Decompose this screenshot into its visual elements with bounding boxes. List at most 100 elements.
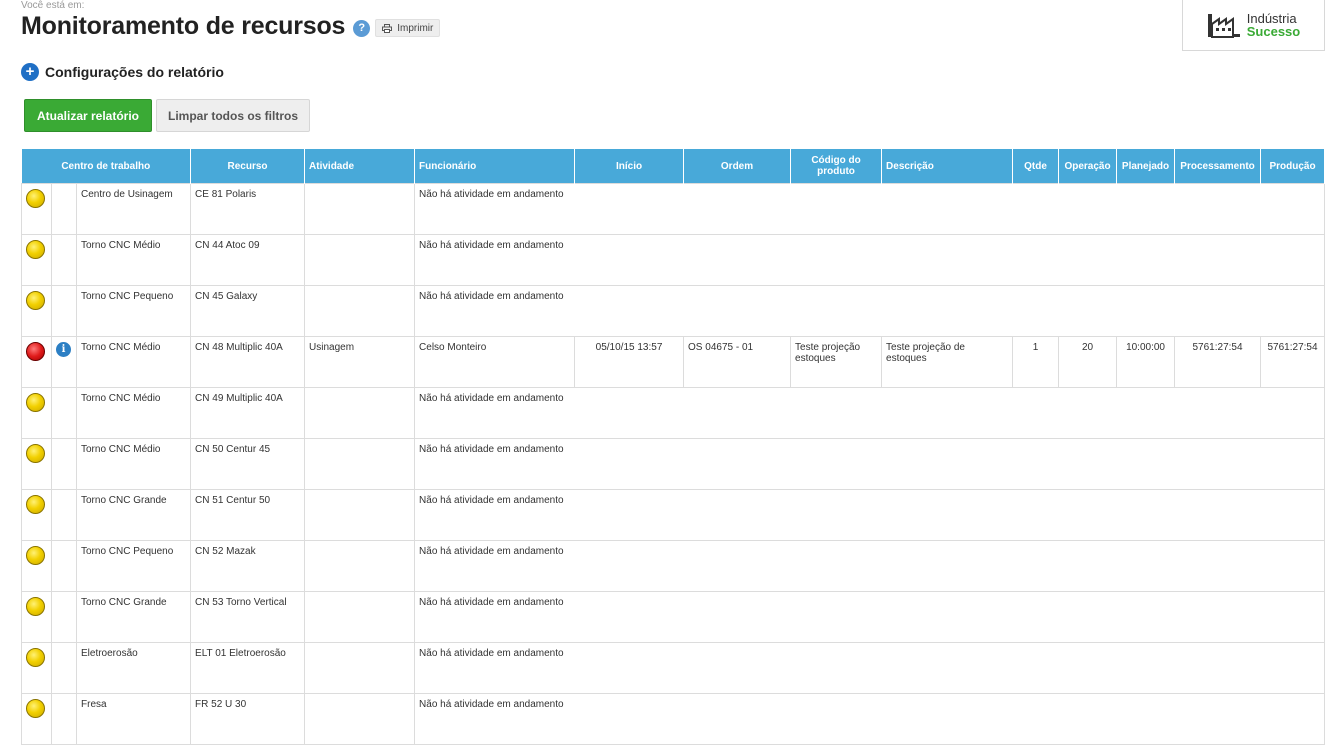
cell-centro: Torno CNC Grande (75, 489, 192, 541)
status-cell (21, 693, 52, 745)
table-row[interactable]: Torno CNC Médio CN 50 Centur 45 Não há ati… (21, 438, 1326, 490)
cell-qtde: 1 (1012, 336, 1060, 388)
table-row[interactable]: Centro de Usinagem CE 81 Polaris Não há at… (21, 183, 1326, 235)
cell-operacao: 20 (1058, 336, 1118, 388)
cell-atividade (304, 183, 416, 235)
info-cell: i (51, 336, 77, 388)
help-icon[interactable]: ? (353, 19, 371, 37)
col-funcionario[interactable]: Funcionário (414, 149, 576, 184)
info-cell (51, 693, 77, 745)
cell-inicio: 05/10/15 13:57 (574, 336, 685, 388)
status-cell (21, 591, 52, 643)
no-activity-message: Não há atividade em andamento (414, 387, 1326, 439)
cell-funcionario: Celso Monteiro (414, 336, 576, 388)
no-activity-message: Não há atividade em andamento (414, 285, 1326, 337)
table-row[interactable]: Fresa FR 52 U 30 Não há atividade em andam… (21, 693, 1326, 745)
col-recurso[interactable]: Recurso (190, 149, 306, 184)
col-codigo[interactable]: Código do produto (790, 149, 883, 184)
info-cell (51, 642, 77, 694)
cell-ordem: OS 04675 - 01 (683, 336, 792, 388)
col-planejado[interactable]: Planejado (1116, 149, 1176, 184)
cell-centro: Torno CNC Médio (75, 336, 192, 388)
status-cell (21, 234, 52, 286)
table-row[interactable]: Eletroerosão ELT 01 Eletroerosão Não há at… (21, 642, 1326, 694)
cell-atividade: Usinagem (304, 336, 416, 388)
resources-table: Centro de trabalho Recurso Atividade Fun… (21, 149, 1326, 745)
status-cell (21, 438, 52, 490)
company-logo: Indústria Sucesso (1182, 0, 1325, 51)
report-settings-label[interactable]: Configurações do relatório (45, 64, 224, 80)
no-activity-message: Não há atividade em andamento (414, 438, 1326, 490)
cell-recurso: CN 48 Multiplic 40A (190, 336, 306, 388)
no-activity-message: Não há atividade em andamento (414, 183, 1326, 235)
cell-recurso: FR 52 U 30 (190, 693, 306, 745)
cell-atividade (304, 642, 416, 694)
status-cell (21, 336, 52, 388)
col-ordem[interactable]: Ordem (683, 149, 792, 184)
action-buttons: Atualizar relatório Limpar todos os filt… (24, 99, 310, 132)
printer-icon (382, 24, 393, 33)
status-cell (21, 540, 52, 592)
cell-atividade (304, 489, 416, 541)
cell-centro: Torno CNC Pequeno (75, 540, 192, 592)
cell-centro: Torno CNC Pequeno (75, 285, 192, 337)
table-row[interactable]: Torno CNC Grande CN 53 Torno Vertical Não … (21, 591, 1326, 643)
update-report-button[interactable]: Atualizar relatório (24, 99, 152, 132)
table-row[interactable]: Torno CNC Médio CN 44 Atoc 09 Não há ativi… (21, 234, 1326, 286)
no-activity-message: Não há atividade em andamento (414, 591, 1326, 643)
print-button[interactable]: Imprimir (375, 19, 441, 37)
cell-centro: Torno CNC Médio (75, 438, 192, 490)
cell-recurso: CN 50 Centur 45 (190, 438, 306, 490)
cell-recurso: ELT 01 Eletroerosão (190, 642, 306, 694)
status-indicator-icon (26, 648, 45, 667)
col-centro[interactable]: Centro de trabalho (21, 149, 192, 184)
info-cell (51, 234, 77, 286)
status-cell (21, 285, 52, 337)
status-indicator-icon (26, 597, 45, 616)
cell-atividade (304, 285, 416, 337)
cell-centro: Fresa (75, 693, 192, 745)
info-cell (51, 489, 77, 541)
table-row[interactable]: Torno CNC Médio CN 49 Multiplic 40A Não há… (21, 387, 1326, 439)
no-activity-message: Não há atividade em andamento (414, 540, 1326, 592)
table-row[interactable]: Torno CNC Pequeno CN 52 Mazak Não há ativi… (21, 540, 1326, 592)
col-atividade[interactable]: Atividade (304, 149, 416, 184)
report-settings-toggle[interactable]: + Configurações do relatório (21, 63, 224, 81)
title-row: Monitoramento de recursos ? Imprimir (21, 12, 441, 41)
col-processamento[interactable]: Processamento (1174, 149, 1262, 184)
col-qtde[interactable]: Qtde (1012, 149, 1060, 184)
col-operacao[interactable]: Operação (1058, 149, 1118, 184)
cell-centro: Centro de Usinagem (75, 183, 192, 235)
status-indicator-icon (26, 444, 45, 463)
info-cell (51, 438, 77, 490)
info-cell (51, 183, 77, 235)
plus-icon[interactable]: + (21, 63, 39, 81)
logo-text-line2: Sucesso (1246, 24, 1301, 39)
cell-recurso: CE 81 Polaris (190, 183, 306, 235)
clear-filters-button[interactable]: Limpar todos os filtros (156, 99, 310, 132)
table-row[interactable]: Torno CNC Grande CN 51 Centur 50 Não há at… (21, 489, 1326, 541)
table-row[interactable]: i Torno CNC Médio CN 48 Multiplic 40A Usina… (21, 336, 1326, 388)
col-descricao[interactable]: Descrição (881, 149, 1014, 184)
col-inicio[interactable]: Início (574, 149, 685, 184)
cell-atividade (304, 540, 416, 592)
cell-processamento: 5761:27:54 (1174, 336, 1262, 388)
info-cell (51, 387, 77, 439)
status-indicator-icon (26, 240, 45, 259)
status-indicator-icon (26, 495, 45, 514)
status-indicator-icon (26, 546, 45, 565)
status-indicator-icon (26, 699, 45, 718)
status-indicator-icon (26, 291, 45, 310)
cell-planejado: 10:00:00 (1116, 336, 1176, 388)
print-label: Imprimir (397, 22, 434, 34)
cell-recurso: CN 44 Atoc 09 (190, 234, 306, 286)
cell-recurso: CN 49 Multiplic 40A (190, 387, 306, 439)
col-producao[interactable]: Produção (1260, 149, 1326, 184)
info-icon[interactable]: i (56, 342, 71, 357)
status-indicator-icon (26, 393, 45, 412)
breadcrumb: Você está em: (21, 0, 85, 11)
cell-centro: Torno CNC Médio (75, 234, 192, 286)
cell-centro: Eletroerosão (75, 642, 192, 694)
cell-recurso: CN 52 Mazak (190, 540, 306, 592)
table-row[interactable]: Torno CNC Pequeno CN 45 Galaxy Não há ativ… (21, 285, 1326, 337)
